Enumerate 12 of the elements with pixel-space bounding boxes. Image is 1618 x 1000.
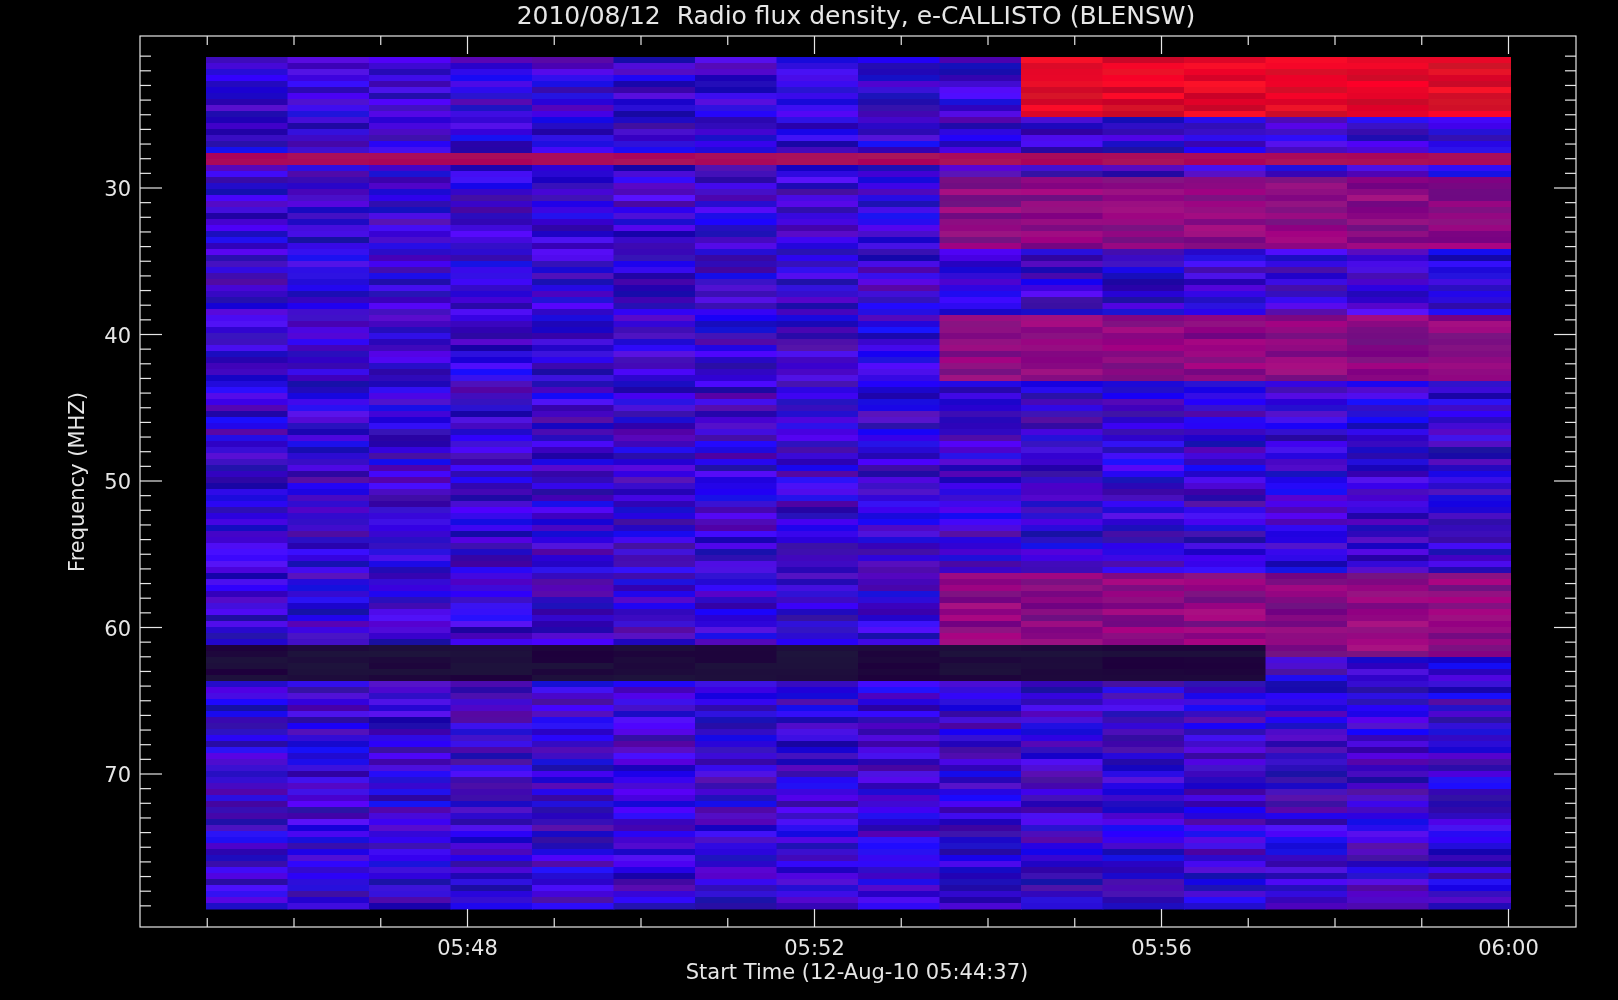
y-tick-label: 30 (104, 177, 131, 201)
y-tick-label: 40 (104, 323, 131, 348)
x-tick-label: 06:00 (1478, 936, 1539, 960)
x-tick-label: 05:52 (784, 936, 845, 960)
x-tick-label: 05:56 (1131, 936, 1192, 960)
y-tick-label: 60 (104, 616, 131, 641)
chart-title: 2010/08/12 Radio flux density, e-CALLISTO (BLENSW) (516, 1, 1196, 30)
x-tick-label: 05:48 (437, 936, 498, 960)
y-tick-label: 50 (104, 470, 131, 494)
y-tick-label: 70 (104, 763, 131, 787)
y-axis-label: Frequency (MHZ) (65, 392, 89, 572)
x-axis-label: Start Time (12-Aug-10 05:44:37) (685, 960, 1029, 984)
